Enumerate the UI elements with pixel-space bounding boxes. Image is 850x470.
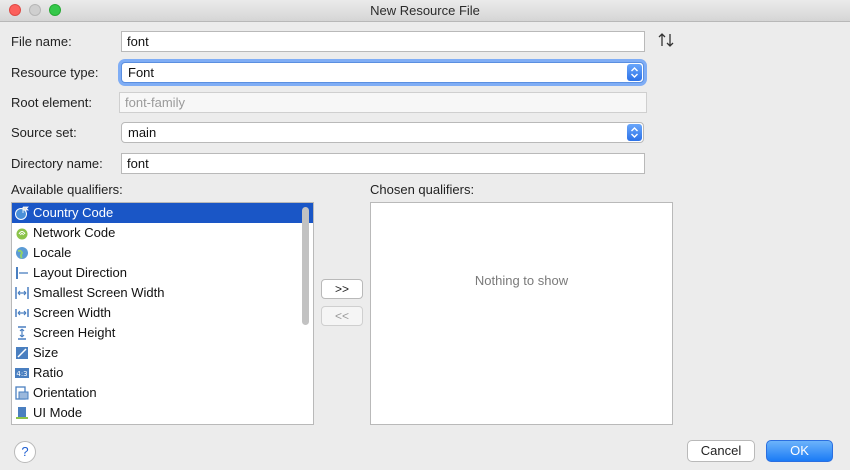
list-item-label: Network Code xyxy=(33,225,116,240)
svg-text:4:3: 4:3 xyxy=(16,370,27,378)
list-item-screen-height[interactable]: Screen Height xyxy=(12,323,313,343)
list-item-label: Screen Width xyxy=(33,305,112,320)
sort-icon[interactable] xyxy=(657,31,675,49)
network-icon xyxy=(16,228,28,240)
width-icon xyxy=(15,309,29,317)
list-item-smallest-screen-width[interactable]: Smallest Screen Width xyxy=(12,283,313,303)
remove-qualifier-button[interactable]: << xyxy=(321,306,363,326)
smallest-width-icon xyxy=(15,287,29,299)
height-icon xyxy=(18,326,26,340)
resource-type-select[interactable]: Font xyxy=(121,62,644,83)
ok-button[interactable]: OK xyxy=(766,440,833,462)
root-element-label: Root element: xyxy=(11,95,92,110)
list-item-label: Ratio xyxy=(33,365,64,380)
available-qualifiers-label: Available qualifiers: xyxy=(11,182,123,197)
ratio-icon: 4:3 xyxy=(15,368,29,378)
list-item-label: UI Mode xyxy=(33,405,83,420)
orientation-icon xyxy=(15,386,29,400)
directory-name-field[interactable]: font xyxy=(121,153,645,174)
list-item-network-code[interactable]: Network Code xyxy=(12,223,313,243)
help-button[interactable]: ? xyxy=(14,441,36,463)
list-item-orientation[interactable]: Orientation xyxy=(12,383,313,403)
list-item-label: Country Code xyxy=(33,205,114,220)
list-item-label: Orientation xyxy=(33,385,97,400)
resource-type-label: Resource type: xyxy=(11,65,99,80)
available-qualifiers-list[interactable]: Country Code Network Code Locale Layout … xyxy=(11,202,314,425)
source-set-value: main xyxy=(128,125,157,140)
window-title: New Resource File xyxy=(370,3,480,18)
empty-state-text: Nothing to show xyxy=(474,273,569,288)
directory-name-label: Directory name: xyxy=(11,156,103,171)
list-item-ui-mode[interactable]: UI Mode xyxy=(12,403,313,423)
add-qualifier-button[interactable]: >> xyxy=(321,279,363,299)
layout-direction-icon xyxy=(16,267,28,279)
file-name-field[interactable]: font xyxy=(121,31,645,52)
list-item-country-code[interactable]: Country Code xyxy=(12,203,313,223)
cancel-button[interactable]: Cancel xyxy=(687,440,755,462)
list-item-layout-direction[interactable]: Layout Direction xyxy=(12,263,313,283)
list-item-label: Locale xyxy=(33,245,72,260)
source-set-select[interactable]: main xyxy=(121,122,644,143)
list-item-label: Layout Direction xyxy=(33,265,127,280)
list-item-label: Size xyxy=(33,345,59,360)
resource-type-value: Font xyxy=(128,65,155,80)
list-scrollbar[interactable] xyxy=(302,207,309,325)
list-item-locale[interactable]: Locale xyxy=(12,243,313,263)
globe-icon xyxy=(16,247,28,259)
file-name-label: File name: xyxy=(11,34,72,49)
dropdown-arrows-icon[interactable] xyxy=(627,64,642,81)
list-item-label: Screen Height xyxy=(33,325,116,340)
list-item-screen-width[interactable]: Screen Width xyxy=(12,303,313,323)
ui-mode-icon xyxy=(16,407,28,419)
root-element-field: font-family xyxy=(119,92,647,113)
list-item-label: Smallest Screen Width xyxy=(33,285,165,300)
chosen-qualifiers-list[interactable]: Nothing to show xyxy=(370,202,673,425)
size-icon xyxy=(16,347,28,359)
list-item-ratio[interactable]: 4:3 Ratio xyxy=(12,363,313,383)
new-resource-file-dialog: New Resource File File name: font Resour… xyxy=(0,0,850,470)
source-set-label: Source set: xyxy=(11,125,77,140)
title-bar[interactable]: New Resource File xyxy=(0,0,850,22)
dropdown-arrows-icon[interactable] xyxy=(627,124,642,141)
list-item-size[interactable]: Size xyxy=(12,343,313,363)
globe-flag-icon xyxy=(15,206,29,220)
chosen-qualifiers-label: Chosen qualifiers: xyxy=(370,182,475,197)
